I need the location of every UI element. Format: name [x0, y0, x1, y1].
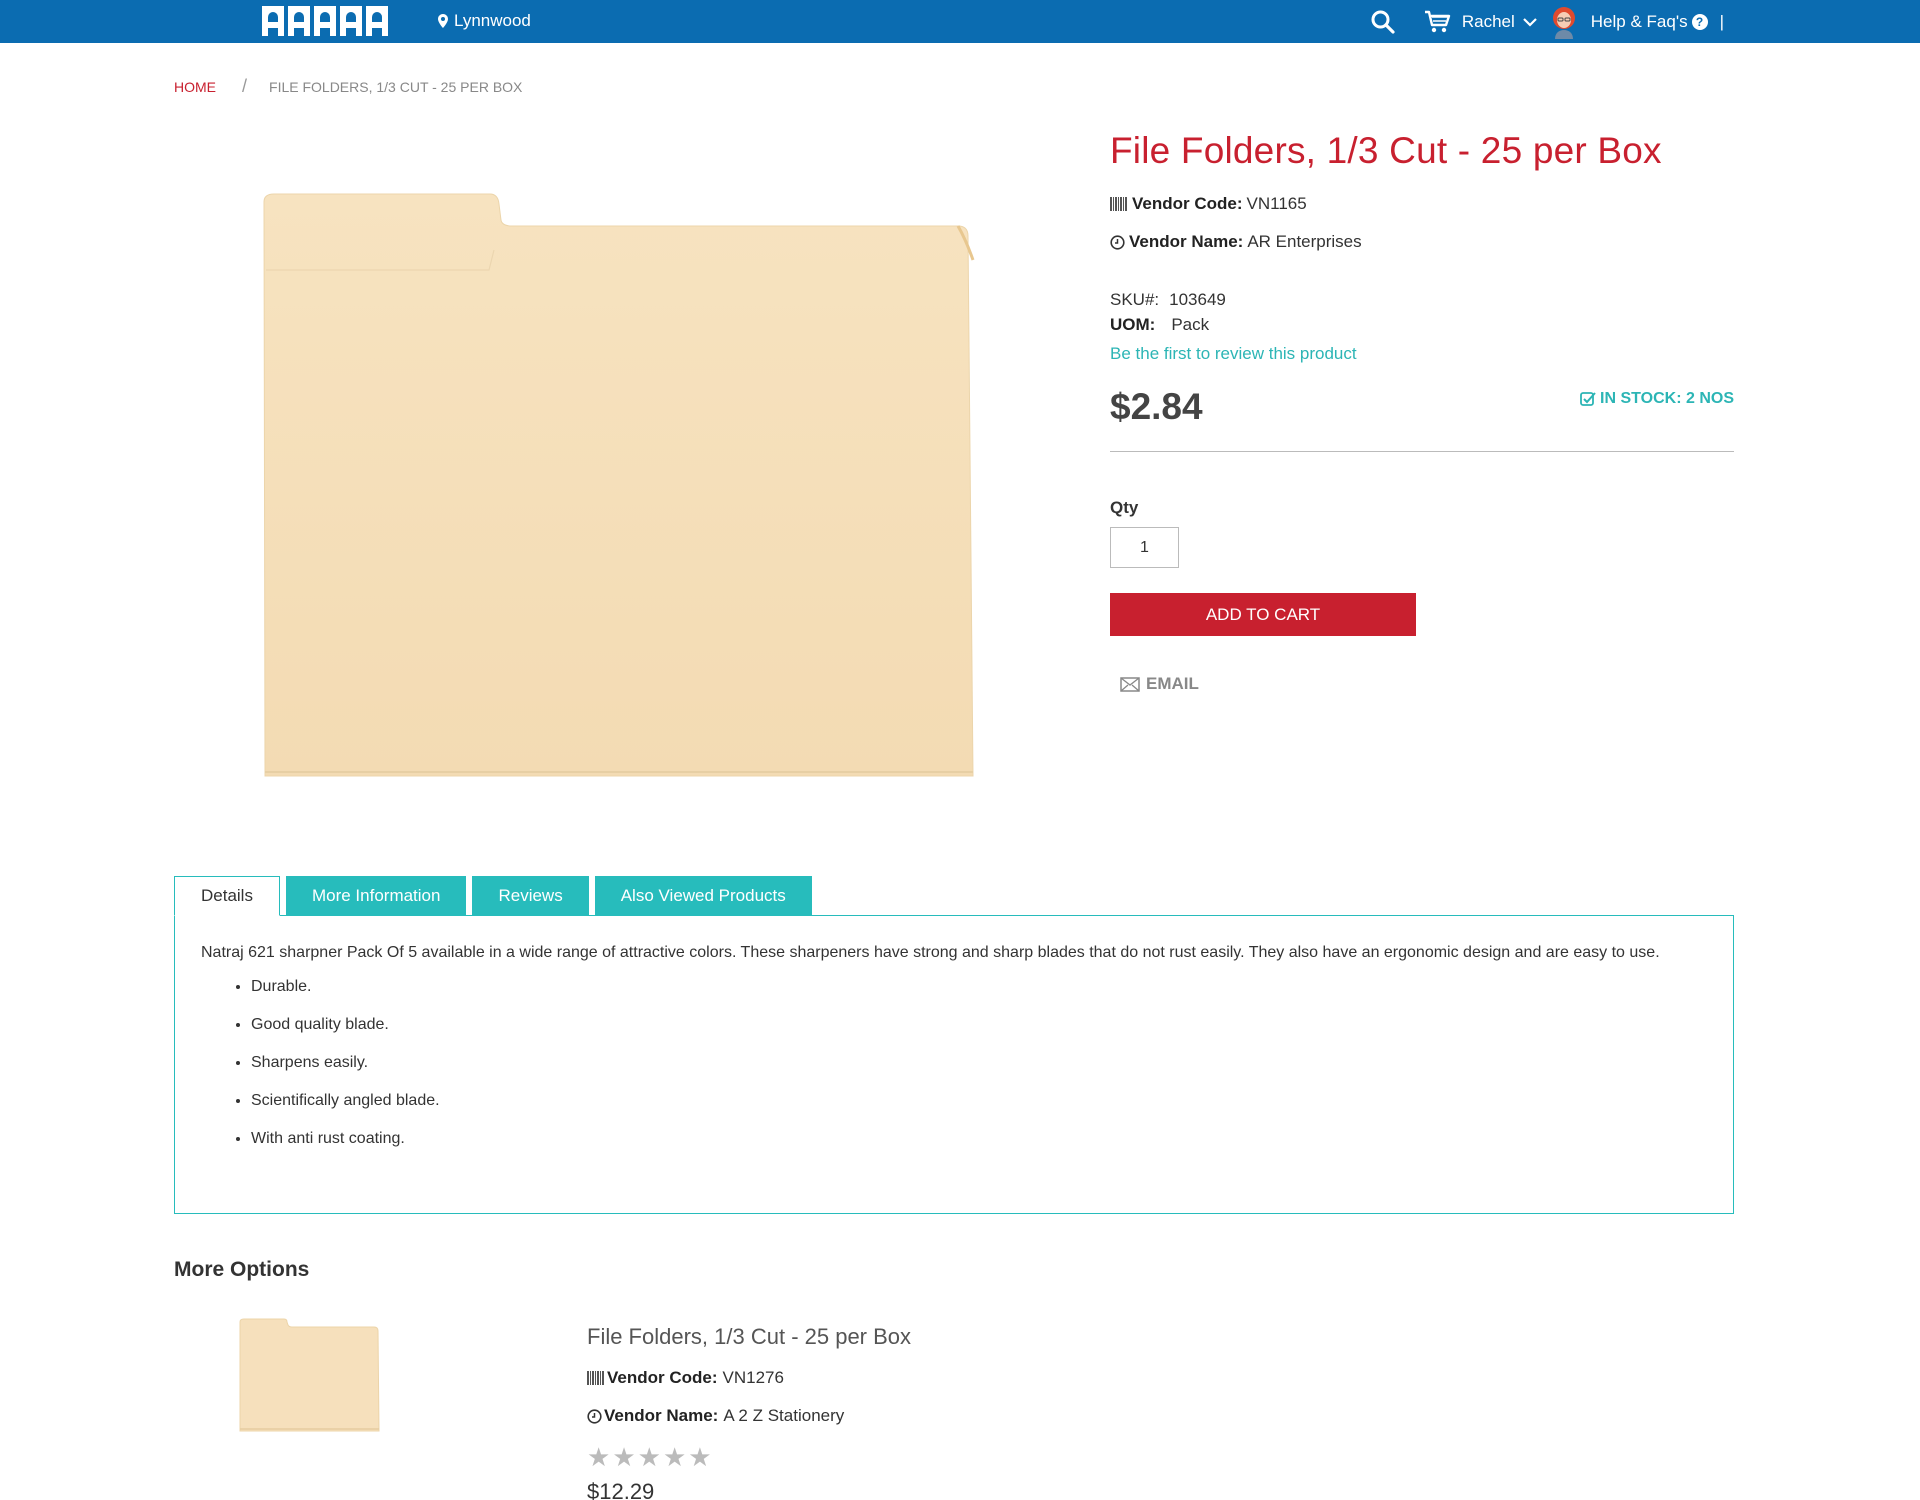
help-label: Help & Faq's — [1590, 11, 1688, 31]
clock-icon — [587, 1408, 602, 1424]
product-price: $2.84 — [1110, 386, 1203, 427]
user-menu-name[interactable]: Rachel — [1462, 12, 1515, 32]
option-product-title[interactable]: File Folders, 1/3 Cut - 25 per Box — [587, 1324, 1287, 1350]
sku-row: SKU#: 103649 — [1110, 290, 1226, 310]
breadcrumb-current: FILE FOLDERS, 1/3 CUT - 25 PER BOX — [269, 78, 523, 95]
option-vendor-code-value: VN1276 — [722, 1368, 784, 1387]
star-icon: ★ — [587, 1442, 611, 1472]
email-label: EMAIL — [1146, 674, 1199, 693]
uom-label: UOM: — [1110, 315, 1156, 334]
feature-item: Good quality blade. — [251, 1014, 1707, 1035]
option-vendor-name-label: Vendor Name: — [604, 1406, 719, 1425]
product-title: File Folders, 1/3 Cut - 25 per Box — [1110, 130, 1662, 171]
product-image[interactable] — [250, 190, 990, 780]
cart-icon[interactable] — [1424, 9, 1452, 35]
product-info: File Folders, 1/3 Cut - 25 per Box Vendo… — [1110, 130, 1734, 693]
vendor-code-row: Vendor Code: VN1165 — [1110, 194, 1307, 214]
stock-status: IN STOCK: 2 NOS — [1580, 390, 1734, 408]
qty-input[interactable] — [1110, 527, 1179, 568]
star-icon: ★ — [612, 1442, 636, 1472]
product-description: Natraj 621 sharpner Pack Of 5 available … — [201, 944, 1660, 961]
help-faq-link[interactable]: Help & Faq's ? — [1591, 12, 1708, 32]
uom-row: UOM: Pack — [1110, 315, 1209, 335]
vendor-name-value: AR Enterprises — [1247, 232, 1362, 251]
uom-value: Pack — [1171, 315, 1210, 334]
vendor-code-value: VN1165 — [1246, 194, 1307, 213]
sku-value: 103649 — [1169, 290, 1226, 309]
star-icon: ★ — [688, 1442, 712, 1472]
search-icon[interactable] — [1370, 9, 1396, 35]
chevron-down-icon[interactable] — [1523, 17, 1537, 27]
first-review-link[interactable]: Be the first to review this product — [1110, 344, 1357, 364]
tab-also-viewed-products[interactable]: Also Viewed Products — [594, 876, 812, 916]
envelope-icon — [1120, 676, 1140, 692]
option-vendor-code-row: Vendor Code: VN1276 — [587, 1368, 1287, 1388]
store-location[interactable]: Lynnwood — [438, 11, 531, 31]
option-product-info: File Folders, 1/3 Cut - 25 per Box Vendo… — [587, 1324, 1287, 1500]
location-label: Lynnwood — [454, 11, 531, 30]
feature-item: Durable. — [251, 976, 1707, 997]
tab-details[interactable]: Details — [174, 876, 280, 916]
tab-more-information[interactable]: More Information — [285, 876, 467, 916]
star-icon: ★ — [662, 1442, 687, 1472]
vendor-name-label: Vendor Name: — [1129, 232, 1244, 251]
sku-label: SKU#: — [1110, 290, 1160, 309]
option-price: $12.29 — [587, 1479, 655, 1500]
star-icon: ★ — [637, 1442, 661, 1472]
rating-stars[interactable]: ★ ★ ★ ★ ★ — [587, 1442, 1287, 1473]
more-options-heading: More Options — [174, 1258, 310, 1281]
feature-item: With anti rust coating. — [251, 1128, 1707, 1149]
barcode-icon — [1110, 197, 1127, 211]
option-vendor-name-row: Vendor Name: A 2 Z Stationery — [587, 1406, 1287, 1426]
question-circle-icon: ? — [1691, 13, 1708, 30]
check-square-icon — [1580, 392, 1596, 406]
top-nav-bar: Lynnwood Rachel Help & Faq's ? | — [0, 0, 1920, 43]
price-divider — [1110, 451, 1734, 452]
product-tabs: Details More Information Reviews Also Vi… — [174, 876, 818, 916]
vendor-code-label: Vendor Code: — [1132, 194, 1243, 213]
tab-reviews[interactable]: Reviews — [472, 876, 589, 916]
option-product-image[interactable] — [238, 1318, 380, 1432]
email-link[interactable]: EMAIL — [1120, 674, 1199, 694]
vendor-name-row: Vendor Name: AR Enterprises — [1110, 232, 1362, 252]
option-vendor-code-label: Vendor Code: — [607, 1368, 718, 1387]
barcode-icon — [587, 1371, 604, 1385]
stock-label: IN STOCK: 2 NOS — [1600, 390, 1734, 407]
qty-label: Qty — [1110, 498, 1139, 517]
clock-icon — [1110, 234, 1125, 250]
nav-divider: | — [1719, 11, 1724, 31]
breadcrumb-home[interactable]: HOME — [174, 79, 216, 95]
map-pin-icon — [438, 14, 448, 28]
feature-item: Sharpens easily. — [251, 1052, 1707, 1073]
site-logo[interactable] — [262, 6, 388, 36]
feature-list: Durable. Good quality blade. Sharpens ea… — [251, 976, 1707, 1149]
add-to-cart-button[interactable]: ADD TO CART — [1110, 593, 1416, 636]
option-vendor-name-value: A 2 Z Stationery — [723, 1406, 845, 1425]
breadcrumb: HOME / FILE FOLDERS, 1/3 CUT - 25 PER BO… — [174, 76, 522, 97]
details-panel: Natraj 621 sharpner Pack Of 5 available … — [174, 915, 1734, 1214]
avatar[interactable] — [1549, 5, 1579, 39]
breadcrumb-separator: / — [242, 76, 248, 96]
feature-item: Scientifically angled blade. — [251, 1090, 1707, 1111]
